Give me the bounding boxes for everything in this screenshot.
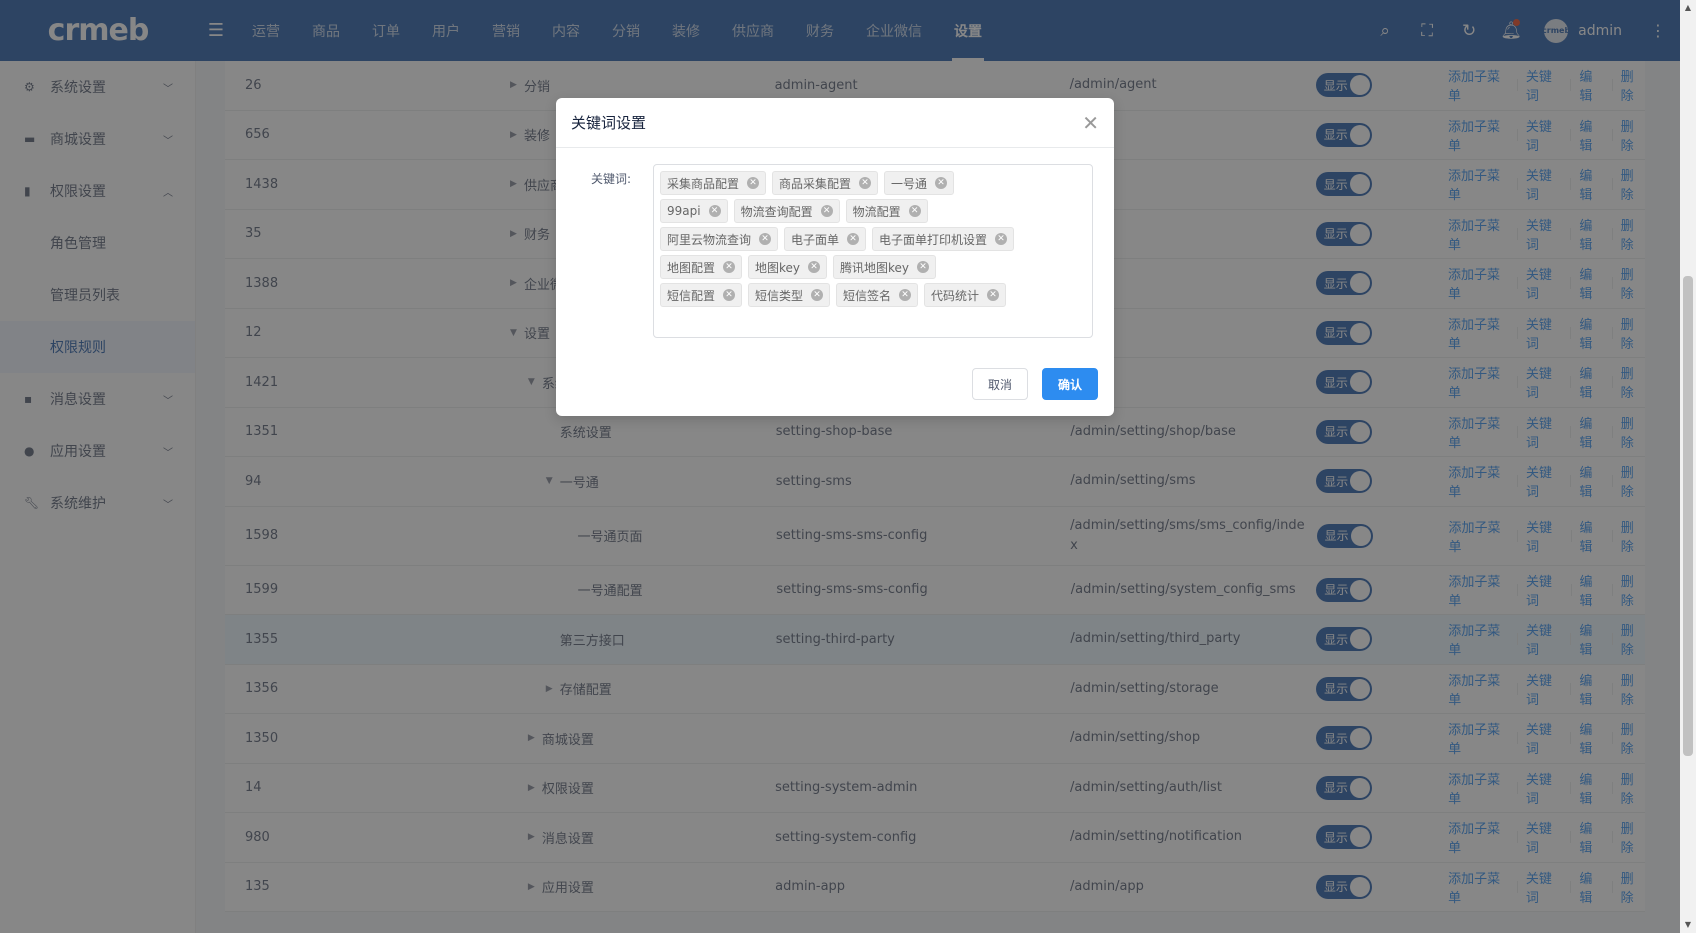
tag-close-icon[interactable]: ✕	[935, 177, 948, 189]
keyword-tag: 短信类型 ✕	[748, 283, 831, 307]
keyword-tag-label: 短信签名	[843, 288, 892, 303]
tag-close-icon[interactable]: ✕	[708, 205, 721, 217]
keyword-tag: 物流配置 ✕	[845, 199, 928, 223]
tag-close-icon[interactable]: ✕	[811, 289, 824, 301]
cancel-button[interactable]: 取消	[971, 368, 1028, 400]
keyword-tag: 短信配置 ✕	[660, 283, 743, 307]
scroll-up-icon[interactable]: ▲	[1680, 0, 1696, 16]
tag-close-icon[interactable]: ✕	[759, 233, 772, 245]
keyword-tag: 地图配置 ✕	[660, 255, 743, 279]
keyword-tag-label: 阿里云物流查询	[667, 232, 752, 247]
keyword-tag-label: 采集商品配置	[667, 176, 740, 191]
keyword-tag: 采集商品配置 ✕	[660, 171, 767, 195]
tag-close-icon[interactable]: ✕	[847, 233, 860, 245]
keyword-tag: 地图key ✕	[748, 255, 828, 279]
keyword-label: 关键词:	[591, 172, 632, 186]
keyword-tag: 99api ✕	[660, 199, 728, 223]
tag-close-icon[interactable]: ✕	[808, 261, 821, 273]
keyword-tag-label: 物流查询配置	[740, 204, 813, 219]
keyword-tag-label: 物流配置	[852, 204, 901, 219]
confirm-button[interactable]: 确认	[1041, 368, 1098, 400]
modal-title: 关键词设置	[571, 114, 647, 132]
keyword-tag-label: 短信配置	[667, 288, 716, 303]
close-icon[interactable]: ✕	[1082, 111, 1099, 135]
keyword-modal: 关键词设置 ✕ 关键词: 采集商品配置 ✕ 商品采集配置 ✕ 一号通 ✕ 99api ✕ 物流查…	[556, 98, 1114, 416]
tag-close-icon[interactable]: ✕	[908, 205, 921, 217]
tag-close-icon[interactable]: ✕	[917, 261, 930, 273]
keyword-tag: 物流查询配置 ✕	[733, 199, 840, 223]
tag-close-icon[interactable]: ✕	[820, 205, 833, 217]
keyword-tag-label: 商品采集配置	[779, 176, 852, 191]
tag-close-icon[interactable]: ✕	[899, 289, 912, 301]
keyword-tag: 短信签名 ✕	[836, 283, 919, 307]
page-scrollbar[interactable]: ▲ ▼	[1680, 0, 1696, 933]
keyword-tag-label: 地图key	[755, 260, 801, 275]
keyword-tag-label: 代码统计	[931, 288, 980, 303]
keyword-tag-label: 99api	[667, 204, 701, 218]
tag-close-icon[interactable]: ✕	[859, 177, 872, 189]
keyword-tag-input[interactable]: 采集商品配置 ✕ 商品采集配置 ✕ 一号通 ✕ 99api ✕ 物流查询配置 ✕ 物流配置 ✕ 阿里云物…	[653, 164, 1093, 338]
keyword-tag-label: 地图配置	[667, 260, 716, 275]
keyword-tag-label: 腾讯地图key	[840, 260, 910, 275]
keyword-tag-label: 电子面单	[791, 232, 840, 247]
tag-close-icon[interactable]: ✕	[987, 289, 1000, 301]
scroll-down-icon[interactable]: ▼	[1680, 917, 1696, 933]
scrollbar-thumb[interactable]	[1683, 276, 1693, 756]
tag-close-icon[interactable]: ✕	[747, 177, 760, 189]
tag-close-icon[interactable]: ✕	[723, 289, 736, 301]
tag-close-icon[interactable]: ✕	[723, 261, 736, 273]
keyword-tag: 商品采集配置 ✕	[772, 171, 879, 195]
keyword-tag-label: 一号通	[891, 176, 928, 191]
keyword-tag: 电子面单 ✕	[784, 227, 867, 251]
keyword-tag: 代码统计 ✕	[924, 283, 1007, 307]
tag-close-icon[interactable]: ✕	[995, 233, 1008, 245]
keyword-tag-label: 短信类型	[755, 288, 804, 303]
keyword-tag: 电子面单打印机设置 ✕	[872, 227, 1015, 251]
keyword-tag: 一号通 ✕	[884, 171, 955, 195]
keyword-tag: 阿里云物流查询 ✕	[660, 227, 779, 251]
keyword-tag: 腾讯地图key ✕	[833, 255, 937, 279]
keyword-tag-label: 电子面单打印机设置	[879, 232, 988, 247]
